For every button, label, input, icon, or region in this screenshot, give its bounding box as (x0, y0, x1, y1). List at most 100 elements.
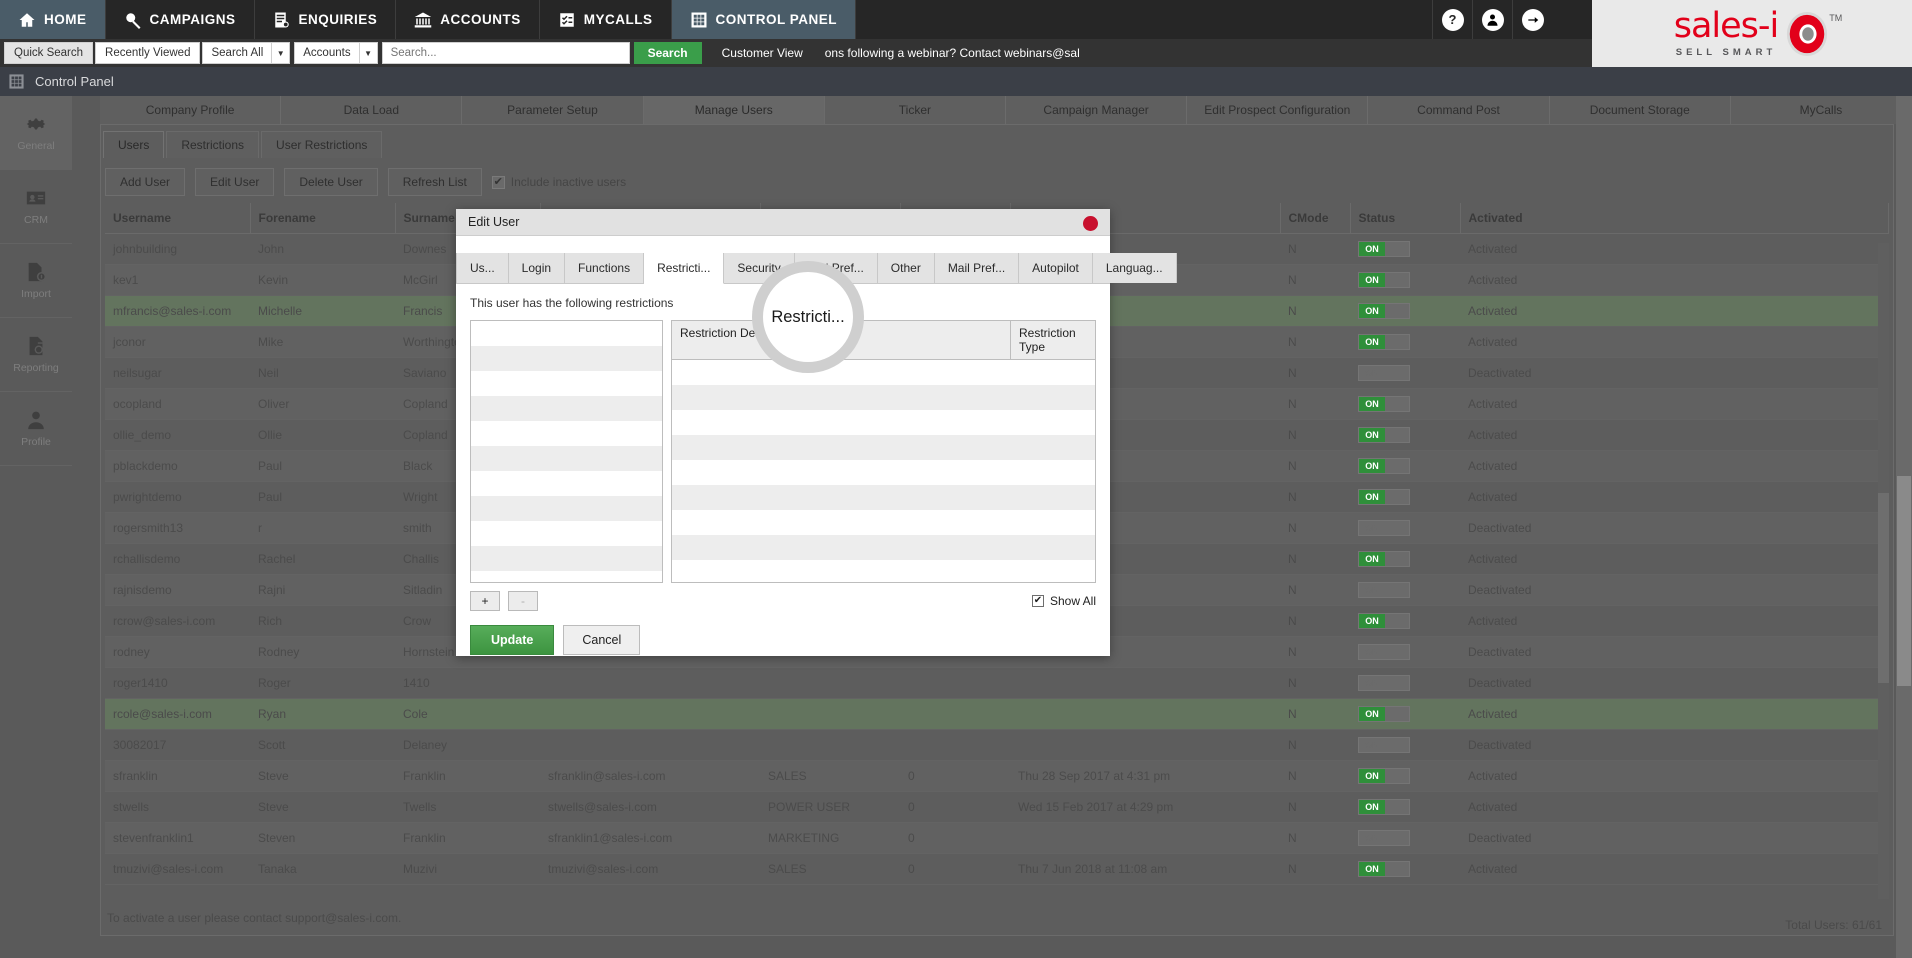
list-item[interactable] (471, 446, 662, 471)
dialog-tab[interactable]: Languag... (1092, 253, 1177, 283)
cell-status[interactable]: ON (1350, 543, 1460, 575)
edit-user-button[interactable]: Edit User (195, 168, 275, 196)
sidebar-item-reporting[interactable]: Reporting (0, 318, 72, 392)
nav-item-mycalls[interactable]: MYCALLS (540, 0, 672, 39)
available-restrictions-list[interactable] (470, 320, 663, 583)
table-scrollbar-thumb[interactable] (1878, 493, 1889, 683)
cell-status[interactable]: ON (1350, 450, 1460, 482)
cell-status[interactable]: ON (1350, 295, 1460, 327)
list-item[interactable] (471, 521, 662, 546)
status-toggle[interactable]: ON (1358, 582, 1410, 598)
tab-company-profile[interactable]: Company Profile (100, 96, 282, 124)
list-item[interactable] (471, 346, 662, 371)
tab-document-storage[interactable]: Document Storage (1549, 96, 1731, 124)
table-row[interactable]: roger1410 Roger 1410 N ON Deactivated (105, 667, 1889, 699)
list-item[interactable] (672, 535, 1095, 560)
dialog-tab[interactable]: Autopilot (1019, 253, 1093, 283)
status-toggle[interactable]: ON (1358, 830, 1410, 846)
dialog-tab[interactable]: Other (877, 253, 935, 283)
status-toggle[interactable]: ON (1358, 675, 1410, 691)
status-toggle[interactable]: ON (1358, 861, 1410, 877)
tab-campaign-manager[interactable]: Campaign Manager (1006, 96, 1188, 124)
list-item[interactable] (672, 510, 1095, 535)
status-toggle[interactable]: ON (1358, 458, 1410, 474)
list-item[interactable] (672, 410, 1095, 435)
cell-status[interactable]: ON (1350, 574, 1460, 606)
tab-manage-users[interactable]: Manage Users (643, 96, 825, 124)
quick-search-button[interactable]: Quick Search (4, 42, 94, 64)
status-toggle[interactable]: ON (1358, 427, 1410, 443)
search-scope-dropdown[interactable]: Search All ▼ (202, 42, 291, 64)
cell-status[interactable]: ON (1350, 264, 1460, 296)
page-scrollbar-thumb[interactable] (1897, 476, 1911, 686)
table-row[interactable]: 30082017 Scott Delaney N ON Deactivated (105, 729, 1889, 761)
list-item[interactable] (471, 396, 662, 421)
status-toggle[interactable]: ON (1358, 644, 1410, 660)
list-item[interactable] (672, 460, 1095, 485)
status-toggle[interactable]: ON (1358, 303, 1410, 319)
nav-item-home[interactable]: HOME (0, 0, 106, 39)
nav-item-campaigns[interactable]: CAMPAIGNS (106, 0, 255, 39)
table-row[interactable]: rcole@sales-i.com Ryan Cole N ON Activated (105, 698, 1889, 730)
tab-command-post[interactable]: Command Post (1368, 96, 1550, 124)
status-toggle[interactable]: ON (1358, 396, 1410, 412)
column-header[interactable]: Username (105, 203, 251, 234)
cell-status[interactable]: ON (1350, 419, 1460, 451)
nav-item-enquiries[interactable]: ENQUIRIES (255, 0, 397, 39)
table-row[interactable]: sfranklin Steve Franklin sfranklin@sales-i.… (105, 760, 1889, 792)
include-inactive-users-checkbox[interactable]: ✔ Include inactive users (491, 175, 626, 189)
dialog-tab[interactable]: Dial Pref... (794, 253, 878, 283)
table-row[interactable]: stevenfranklin1 Steven Franklin sfranklin1@… (105, 822, 1889, 854)
list-item[interactable] (672, 360, 1095, 385)
column-header[interactable]: Activated (1460, 203, 1889, 234)
tab-data-load[interactable]: Data Load (281, 96, 463, 124)
subtab-users[interactable]: Users (103, 131, 165, 158)
status-toggle[interactable]: ON (1358, 272, 1410, 288)
table-row[interactable]: tmuzivi@sales-i.com Tanaka Muzivi tmuzivi@s… (105, 853, 1889, 885)
sidebar-item-import[interactable]: Import (0, 244, 72, 318)
list-item[interactable] (471, 421, 662, 446)
column-header[interactable]: CMode (1280, 203, 1351, 234)
dialog-tab[interactable]: Login (508, 253, 566, 283)
nav-item-control-panel[interactable]: CONTROL PANEL (671, 0, 857, 39)
cell-status[interactable]: ON (1350, 729, 1460, 761)
add-restriction-button[interactable]: + (470, 591, 500, 611)
status-toggle[interactable]: ON (1358, 520, 1410, 536)
cell-status[interactable]: ON (1350, 853, 1460, 885)
cell-status[interactable]: ON (1350, 605, 1460, 637)
close-circle-icon[interactable] (1083, 216, 1098, 231)
status-toggle[interactable]: ON (1358, 768, 1410, 784)
status-toggle[interactable]: ON (1358, 551, 1410, 567)
cell-status[interactable]: ON (1350, 636, 1460, 668)
dialog-tab[interactable]: Functions (565, 253, 645, 283)
sidebar-item-crm[interactable]: CRM (0, 170, 72, 244)
dialog-tab[interactable]: Restricti... (644, 253, 725, 284)
cell-status[interactable]: ON (1350, 760, 1460, 792)
table-scrollbar[interactable] (1878, 243, 1889, 899)
sidebar-item-profile[interactable]: Profile (0, 392, 72, 466)
dialog-tab[interactable]: Us... (456, 253, 509, 283)
list-item[interactable] (672, 435, 1095, 460)
page-scrollbar[interactable] (1896, 96, 1912, 958)
list-item[interactable] (672, 385, 1095, 410)
cell-status[interactable]: ON (1350, 388, 1460, 420)
cell-status[interactable]: ON (1350, 512, 1460, 544)
logout-button[interactable] (1512, 0, 1552, 39)
search-input[interactable] (381, 42, 630, 64)
column-header[interactable]: Status (1350, 203, 1461, 234)
search-entity-dropdown[interactable]: Accounts ▼ (294, 42, 378, 64)
cell-status[interactable]: ON (1350, 822, 1460, 854)
update-button[interactable]: Update (470, 625, 555, 655)
tab-parameter-setup[interactable]: Parameter Setup (462, 96, 644, 124)
cell-status[interactable]: ON (1350, 667, 1460, 699)
status-toggle[interactable]: ON (1358, 613, 1410, 629)
list-item[interactable] (471, 371, 662, 396)
assigned-restrictions-list[interactable]: Restriction Description Restriction Type (671, 320, 1096, 583)
column-header[interactable]: Forename (250, 203, 396, 234)
list-item[interactable] (471, 571, 662, 582)
remove-restriction-button[interactable]: - (508, 591, 538, 611)
status-toggle[interactable]: ON (1358, 489, 1410, 505)
status-toggle[interactable]: ON (1358, 365, 1410, 381)
list-item[interactable] (672, 560, 1095, 582)
status-toggle[interactable]: ON (1358, 241, 1410, 257)
